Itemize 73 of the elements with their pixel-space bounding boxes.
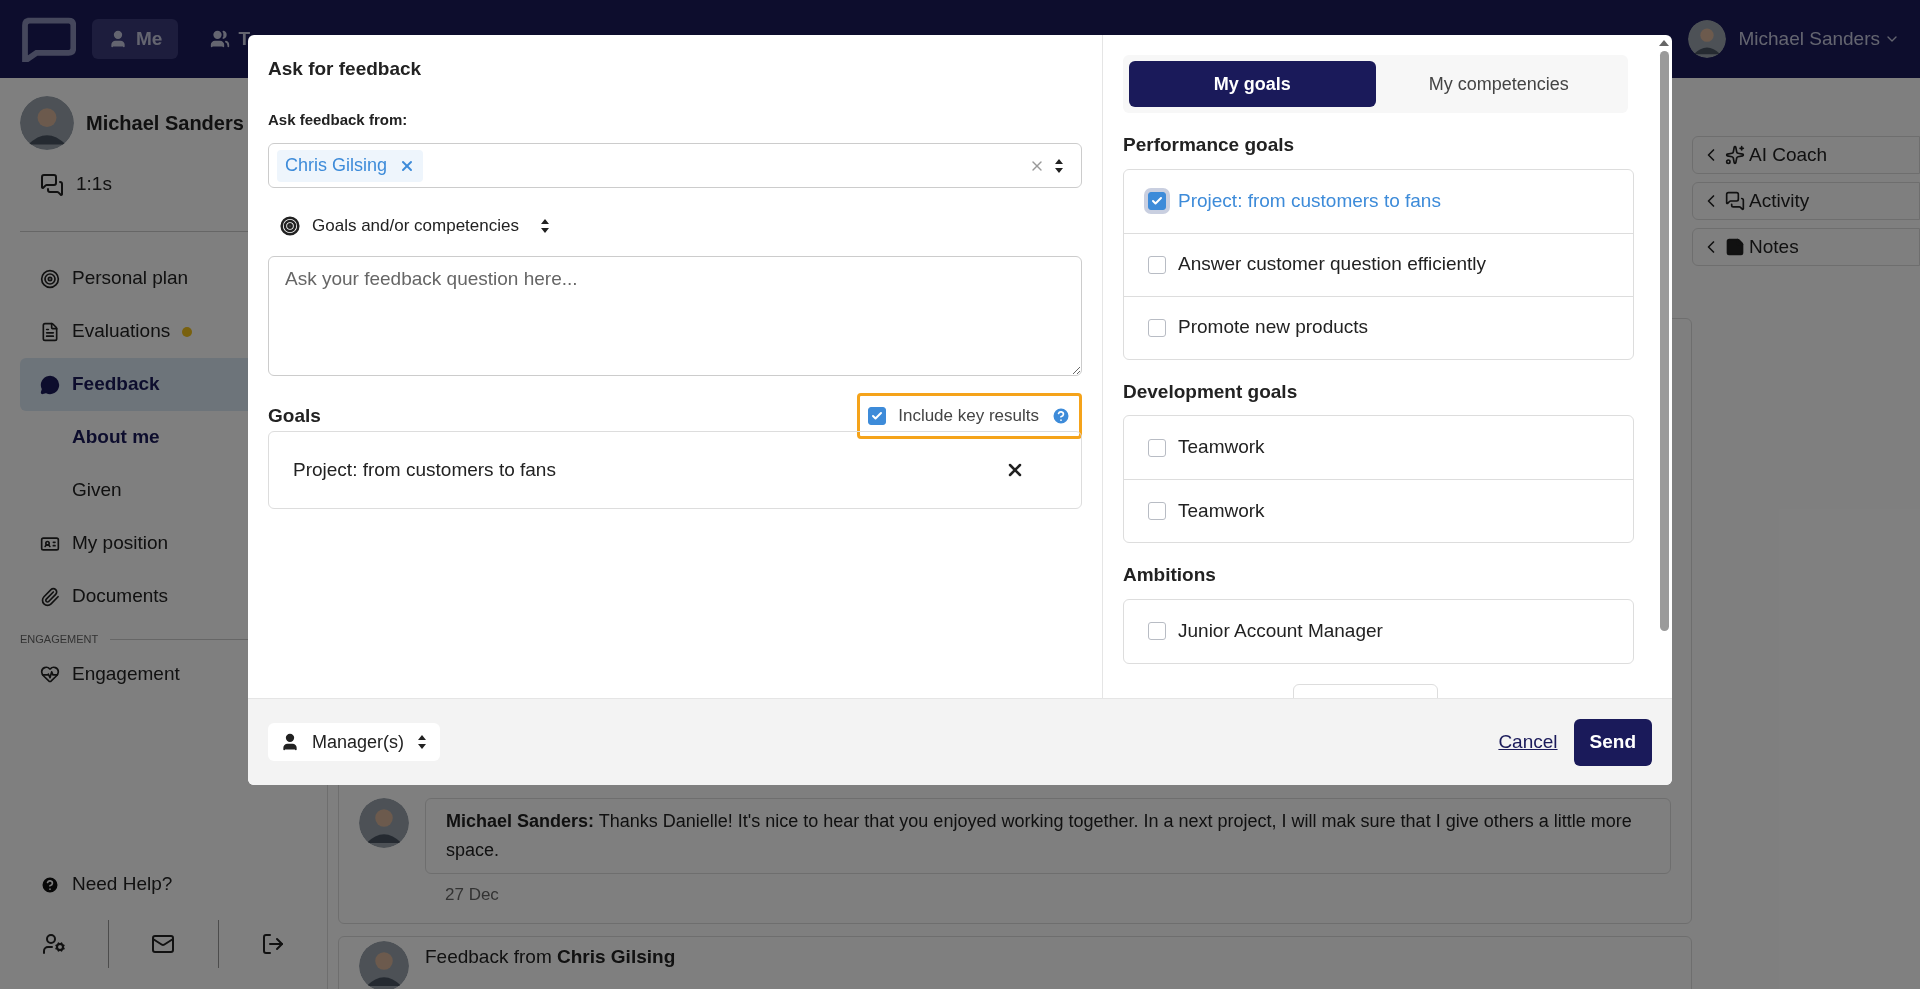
recipient-tag: Chris Gilsing bbox=[277, 149, 424, 182]
group-heading: Performance goals bbox=[1123, 133, 1296, 157]
side-panel-tab[interactable]: Activity bbox=[1692, 182, 1920, 220]
selected-goal: Project: from customers to fans bbox=[268, 431, 1082, 509]
goal-option[interactable]: Junior Account Manager bbox=[1124, 599, 1633, 663]
checkbox[interactable] bbox=[1148, 438, 1166, 457]
side-panel-tab[interactable]: AI Coach bbox=[1692, 136, 1920, 174]
sidebar-item[interactable]: Documents bbox=[20, 570, 307, 623]
sort-icon bbox=[1053, 157, 1065, 174]
user-menu[interactable]: Michael Sanders bbox=[1738, 24, 1900, 54]
avatar bbox=[359, 797, 409, 848]
sort-icon bbox=[538, 218, 551, 234]
help-icon bbox=[40, 874, 60, 895]
target-icon bbox=[40, 268, 60, 289]
goal-option[interactable]: Promote new products bbox=[1124, 295, 1633, 359]
avatar bbox=[20, 96, 74, 150]
nav-tab[interactable]: T bbox=[194, 19, 266, 59]
sparkles-icon bbox=[1725, 145, 1745, 165]
help-icon[interactable] bbox=[1051, 406, 1071, 426]
field-label: Ask feedback from: bbox=[268, 109, 409, 130]
chats-icon bbox=[1725, 191, 1745, 211]
nav-tab[interactable]: Me bbox=[92, 19, 179, 59]
cancel-link[interactable]: Cancel bbox=[1498, 727, 1558, 757]
sort-icon bbox=[416, 734, 429, 750]
goal-option[interactable]: Teamwork bbox=[1124, 416, 1633, 479]
goal-option[interactable]: Teamwork bbox=[1124, 479, 1633, 542]
document-icon bbox=[40, 321, 60, 342]
user-icon bbox=[108, 29, 128, 49]
logo-icon bbox=[20, 16, 76, 62]
checkbox[interactable] bbox=[1148, 622, 1166, 640]
include-key-results[interactable]: Include key results bbox=[857, 393, 1082, 439]
goal-option[interactable]: Project: from customers to fans bbox=[1124, 169, 1633, 233]
checkbox[interactable] bbox=[1148, 502, 1166, 520]
group-heading: Development goals bbox=[1123, 379, 1299, 404]
avatar bbox=[359, 941, 409, 989]
card-title: Feedback from Chris Gilsing bbox=[425, 945, 676, 969]
side-panel-tab[interactable]: Notes bbox=[1692, 228, 1920, 266]
check-icon bbox=[871, 410, 884, 422]
user-settings-icon bbox=[42, 932, 67, 956]
logout-icon bbox=[260, 932, 285, 956]
comment-date: 27 Dec bbox=[444, 883, 500, 906]
checkbox[interactable] bbox=[1148, 318, 1166, 337]
goal-option[interactable]: Answer customer question efficiently bbox=[1124, 232, 1633, 296]
sidebar-item[interactable]: My position bbox=[20, 517, 307, 570]
sidebar-item[interactable]: Engagement bbox=[20, 647, 307, 701]
comment-text: Michael Sanders: Thanks Danielle! It's nice to hear that you enjoyed working together. In a next project, I will mak sure that I give others a little more space. bbox=[425, 797, 1671, 874]
checkbox[interactable] bbox=[1148, 255, 1166, 274]
avatar bbox=[1688, 20, 1727, 58]
note-icon bbox=[1725, 237, 1745, 257]
profile-name: Michael Sanders bbox=[86, 111, 244, 136]
mail-icon bbox=[151, 932, 176, 956]
check-icon bbox=[1151, 195, 1163, 207]
type-select[interactable]: Goals and/or competencies bbox=[280, 208, 551, 244]
paperclip-icon bbox=[40, 586, 60, 607]
users-icon bbox=[210, 29, 231, 49]
help-link[interactable]: Need Help? bbox=[20, 858, 307, 911]
target-icon bbox=[280, 216, 300, 236]
group-heading: Ambitions bbox=[1123, 563, 1217, 587]
tab[interactable]: My goals bbox=[1129, 61, 1376, 107]
chat-icon bbox=[40, 374, 60, 395]
checkbox[interactable] bbox=[868, 407, 887, 425]
recipient-select[interactable]: Chris Gilsing bbox=[268, 143, 1082, 188]
chats-icon bbox=[40, 172, 64, 197]
section-label: ENGAGEMENT bbox=[20, 632, 99, 647]
question-field[interactable]: Ask your feedback question here... bbox=[268, 256, 1082, 376]
send-button[interactable]: Send bbox=[1573, 718, 1652, 766]
dialog-title: Ask for feedback bbox=[268, 57, 423, 81]
scroll-up-icon[interactable] bbox=[1659, 39, 1669, 47]
tab[interactable]: My competencies bbox=[1375, 61, 1622, 107]
user-icon bbox=[280, 732, 300, 752]
scrollbar-thumb[interactable] bbox=[1659, 51, 1669, 631]
visibility-select[interactable]: Manager(s) bbox=[268, 723, 441, 761]
heart-pulse-icon bbox=[40, 664, 60, 684]
